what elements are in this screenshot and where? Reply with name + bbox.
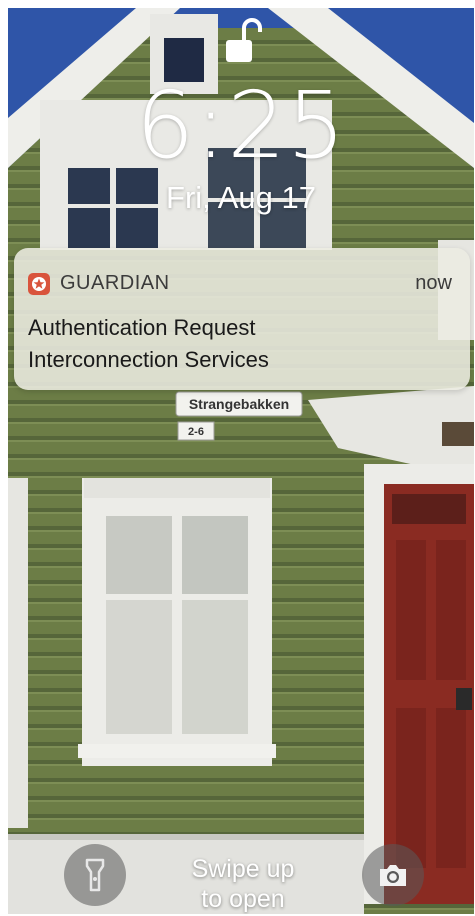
swipe-line-1: Swipe up: [191, 855, 295, 883]
left-trim: [8, 478, 28, 828]
camera-button[interactable]: [362, 844, 424, 906]
notification-time: now: [415, 272, 452, 294]
camera-icon: [380, 865, 406, 886]
flashlight-icon: [85, 858, 105, 892]
notification-app-name: GUARDIAN: [60, 272, 170, 294]
star-badge-icon: [28, 273, 50, 295]
swipe-up-hint: Swipe up to open: [168, 854, 318, 914]
notification-body: Interconnection Services: [28, 347, 269, 372]
clock-date: Fri, Aug 17: [166, 180, 316, 215]
notification-card[interactable]: GUARDIAN now Authentication Request Inte…: [14, 248, 470, 390]
house-number-text: 2-6: [188, 426, 204, 438]
street-sign-text: Strangebakken: [189, 396, 289, 412]
lock-screen: Strangebakken 2-6 6:25 Fri, Aug 17 GUARD…: [8, 8, 474, 914]
swipe-line-2: to open: [201, 885, 285, 913]
unlocked-padlock-icon: [224, 14, 262, 66]
flashlight-button[interactable]: [64, 844, 126, 906]
notification-title: Authentication Request: [28, 315, 256, 340]
clock-time: 6:25: [135, 72, 347, 179]
